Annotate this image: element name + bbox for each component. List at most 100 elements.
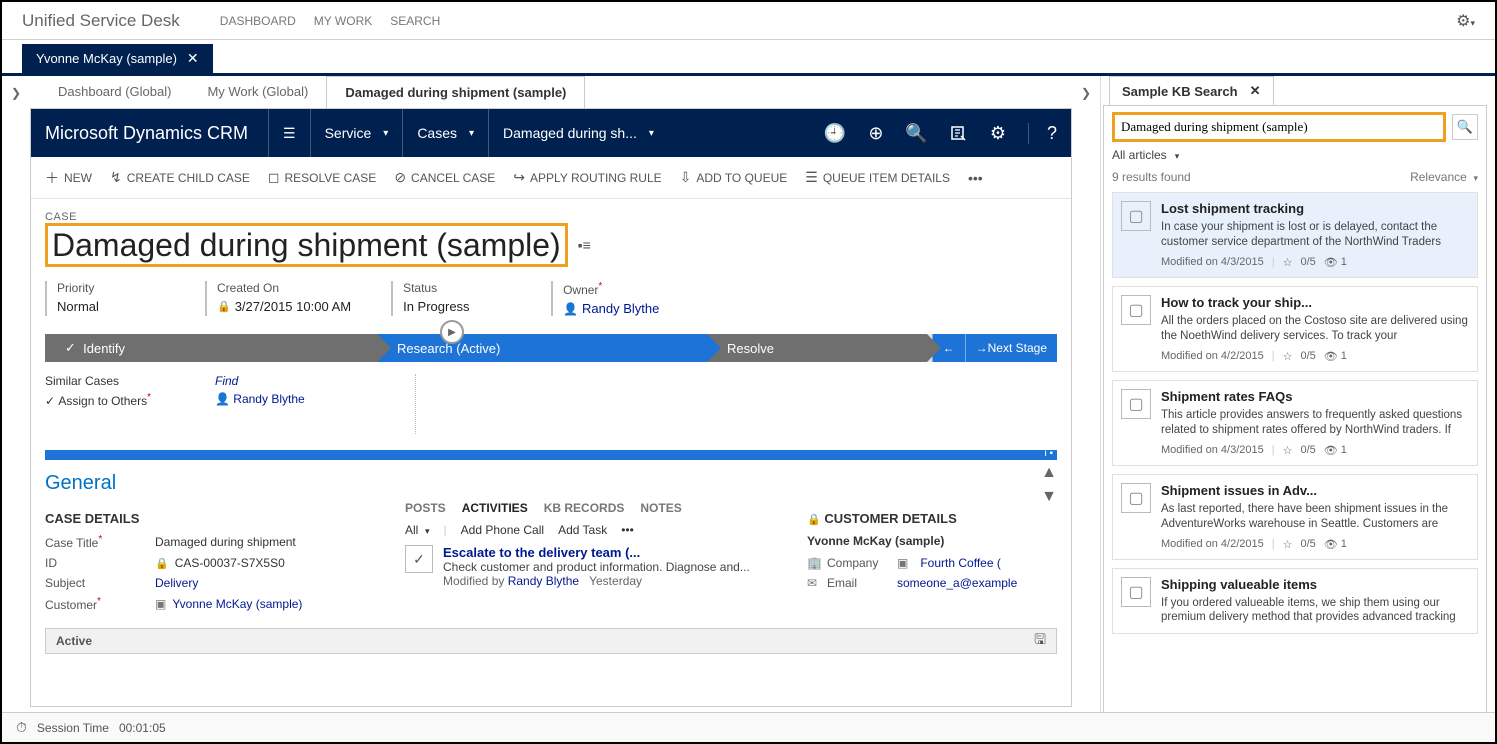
article-icon: ▢ (1121, 201, 1151, 231)
kb-result-item[interactable]: ▢ How to track your ship... All the orde… (1112, 286, 1478, 372)
quick-create-icon[interactable]: ⊕ (868, 123, 883, 144)
kb-modified-date: Modified on 4/3/2015 (1161, 444, 1264, 456)
stopwatch-icon: ⏱ (16, 719, 27, 736)
title-details-icon[interactable]: ▪≡ (578, 237, 591, 253)
cancel-case-button[interactable]: ⊘CANCEL CASE (394, 169, 495, 186)
kb-filter-dropdown[interactable]: All articles▾ (1112, 148, 1478, 162)
priority-value[interactable]: Normal (57, 299, 165, 314)
service-dropdown[interactable]: Service▾ (310, 109, 403, 157)
assign-others-value[interactable]: 👤 Randy Blythe (215, 392, 305, 408)
scroll-down-icon[interactable]: ▼ (1041, 488, 1057, 506)
session-tabs: Yvonne McKay (sample) ✕ (2, 40, 1495, 76)
view-tab-dashboard[interactable]: Dashboard (Global) (40, 76, 189, 108)
view-tab-case[interactable]: Damaged during shipment (sample) (326, 76, 585, 108)
cases-dropdown[interactable]: Cases▾ (402, 109, 488, 157)
advanced-find-icon[interactable] (950, 124, 968, 142)
status-label: Status (403, 281, 511, 295)
nav-dashboard[interactable]: DASHBOARD (220, 14, 296, 28)
crm-header: Microsoft Dynamics CRM ☰ Service▾ Cases▾… (31, 109, 1071, 157)
settings-icon[interactable]: ⚙ (990, 123, 1006, 144)
queue-details-button[interactable]: ☰QUEUE ITEM DETAILS (805, 169, 950, 186)
kb-item-title: How to track your ship... (1161, 295, 1469, 310)
search-icon[interactable]: 🔍 (1452, 114, 1478, 140)
apply-routing-button[interactable]: ↪APPLY ROUTING RULE (513, 169, 661, 186)
resolve-case-button[interactable]: ◻RESOLVE CASE (268, 169, 376, 186)
add-task-button[interactable]: Add Task (558, 523, 607, 537)
stage-research[interactable]: Research (Active) (377, 334, 707, 362)
nav-mywork[interactable]: MY WORK (314, 14, 372, 28)
kb-result-item[interactable]: ▢ Shipment issues in Adv... As last repo… (1112, 474, 1478, 560)
customer-value[interactable]: ▣Yvonne McKay (sample) (155, 596, 302, 612)
activity-title[interactable]: Escalate to the delivery team (... (443, 545, 777, 560)
stage-next-button[interactable]: → Next Stage (965, 334, 1057, 362)
create-child-button[interactable]: ↯CREATE CHILD CASE (110, 169, 250, 186)
subject-value[interactable]: Delivery (155, 576, 198, 590)
lock-icon: 🔒 (807, 514, 821, 526)
activity-item[interactable]: ✓ Escalate to the delivery team (... Che… (405, 545, 777, 588)
kb-modified-date: Modified on 4/3/2015 (1161, 256, 1264, 268)
star-icon: ☆ (1283, 538, 1293, 551)
company-value[interactable]: Fourth Coffee ( (920, 556, 1000, 570)
email-value[interactable]: someone_a@example (897, 576, 1017, 590)
close-icon[interactable]: ✕ (1250, 83, 1261, 99)
routing-icon: ↪ (513, 169, 525, 186)
kb-sort-dropdown[interactable]: Relevance ▾ (1410, 170, 1478, 184)
activity-more-button[interactable]: ••• (621, 523, 634, 537)
help-icon[interactable]: ? (1028, 123, 1057, 144)
checkbox-icon[interactable]: ✓ (405, 545, 433, 573)
find-link[interactable]: Find (215, 374, 238, 388)
more-commands-button[interactable]: ••• (968, 170, 983, 186)
session-tab-label: Yvonne McKay (sample) (36, 51, 177, 66)
status-value[interactable]: In Progress (403, 299, 511, 314)
kb-search-input[interactable] (1112, 112, 1446, 142)
expand-left-icon[interactable]: ❯ (2, 76, 30, 713)
eye-icon: 👁 (1324, 444, 1338, 457)
save-icon[interactable]: 🖫 (1034, 629, 1046, 653)
created-on-label: Created On (217, 281, 351, 295)
customer-details-heading: 🔒 CUSTOMER DETAILS (807, 511, 1057, 526)
owner-value[interactable]: 👤Randy Blythe (563, 301, 671, 316)
recent-icon[interactable]: 🕘 (824, 123, 846, 144)
stage-identify[interactable]: ✓ Identify (45, 334, 377, 362)
add-queue-button[interactable]: ⇩ADD TO QUEUE (680, 169, 788, 186)
kb-search-tab[interactable]: Sample KB Search ✕ (1109, 76, 1274, 105)
new-button[interactable]: ＋NEW (45, 168, 92, 188)
current-record-dropdown[interactable]: Damaged during sh...▾ (488, 109, 668, 157)
article-icon: ▢ (1121, 483, 1151, 513)
tab-kb-records[interactable]: KB RECORDS (544, 501, 625, 515)
close-icon[interactable]: ✕ (187, 50, 199, 67)
record-status: Active (56, 634, 92, 648)
nav-search[interactable]: SEARCH (390, 14, 440, 28)
id-value[interactable]: 🔒CAS-00037-S7X5S0 (155, 556, 285, 570)
kb-modified-date: Modified on 4/2/2015 (1161, 538, 1264, 550)
case-title-value[interactable]: Damaged during shipment (155, 534, 296, 550)
kb-result-item[interactable]: ▢ Shipping valueable items If you ordere… (1112, 568, 1478, 635)
stage-resolve[interactable]: Resolve (707, 334, 927, 362)
activity-filter-all[interactable]: All ▾ (405, 523, 430, 537)
session-tab[interactable]: Yvonne McKay (sample) ✕ (22, 44, 213, 73)
topbar-nav: DASHBOARD MY WORK SEARCH (220, 14, 440, 28)
kb-result-item[interactable]: ▢ Lost shipment tracking In case your sh… (1112, 192, 1478, 278)
gear-icon[interactable]: ⚙▾ (1456, 11, 1475, 31)
sitemap-button[interactable]: ☰ (268, 109, 310, 157)
scroll-up-icon[interactable]: ▲ (1041, 464, 1057, 482)
command-bar: ＋NEW ↯CREATE CHILD CASE ◻RESOLVE CASE ⊘C… (31, 157, 1071, 199)
subject-label: Subject (45, 576, 155, 590)
tab-notes[interactable]: NOTES (640, 501, 681, 515)
expand-right-icon[interactable]: ❯ (1072, 76, 1100, 713)
add-phone-call-button[interactable]: Add Phone Call (461, 523, 544, 537)
view-tab-mywork[interactable]: My Work (Global) (189, 76, 326, 108)
kb-views: 1 (1341, 444, 1347, 456)
tab-posts[interactable]: POSTS (405, 501, 446, 515)
search-icon[interactable]: 🔍 (905, 123, 927, 144)
customer-name[interactable]: Yvonne McKay (sample) (807, 534, 1057, 548)
created-on-field: Created On 🔒3/27/2015 10:00 AM (205, 281, 351, 316)
kb-modified-date: Modified on 4/2/2015 (1161, 350, 1264, 362)
activity-meta: Modified by Randy Blythe Yesterday (443, 574, 777, 588)
tab-activities[interactable]: ACTIVITIES (462, 501, 528, 515)
created-on-value[interactable]: 🔒3/27/2015 10:00 AM (217, 299, 351, 314)
section-divider: i ▪ (45, 450, 1057, 460)
record-title: Damaged during shipment (sample) (45, 223, 568, 267)
kb-result-item[interactable]: ▢ Shipment rates FAQs This article provi… (1112, 380, 1478, 466)
kb-views: 1 (1341, 350, 1347, 362)
